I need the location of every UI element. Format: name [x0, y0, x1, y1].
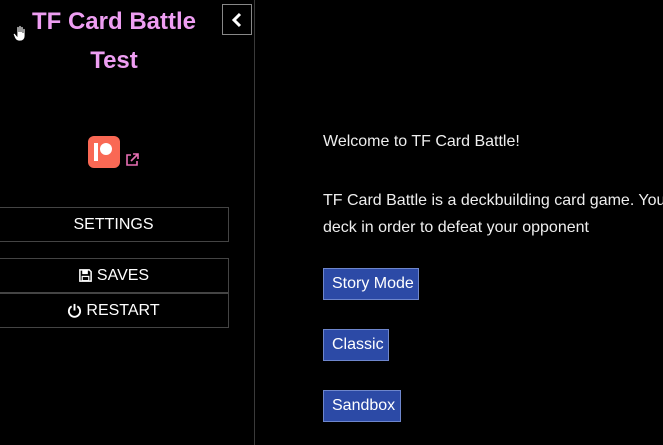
restart-button[interactable]: RESTART [0, 293, 229, 328]
saves-label: SAVES [96, 266, 150, 284]
page: TF Card Battle Test SETTINGS SAVES RESTA… [0, 0, 663, 445]
sandbox-button[interactable]: Sandbox [323, 390, 401, 422]
settings-label: SETTINGS [73, 215, 154, 233]
classic-button[interactable]: Classic [323, 329, 389, 361]
settings-button[interactable]: SETTINGS [0, 207, 229, 242]
sidebar-collapse-button[interactable] [222, 4, 252, 35]
restart-label: RESTART [86, 301, 160, 319]
story-title-line2: Test [90, 47, 138, 74]
welcome-text: Welcome to TF Card Battle! [323, 133, 520, 150]
saves-button[interactable]: SAVES [0, 258, 229, 293]
floppy-disk-icon [79, 269, 92, 282]
hand-cursor-icon [12, 25, 26, 42]
intro-line2: deck in order to defeat your opponent [323, 219, 589, 236]
story-mode-button[interactable]: Story Mode [323, 268, 419, 300]
external-link-icon [126, 153, 139, 166]
intro-text: TF Card Battle is a deckbuilding card ga… [323, 187, 663, 241]
patreon-icon [88, 136, 120, 168]
chevron-left-icon [231, 12, 242, 27]
patreon-link[interactable] [88, 136, 144, 170]
power-icon [68, 303, 82, 318]
story-title: TF Card Battle Test [0, 2, 228, 80]
intro-line1: TF Card Battle is a deckbuilding card ga… [323, 192, 663, 209]
sidebar: TF Card Battle Test SETTINGS SAVES RESTA… [0, 0, 255, 445]
story-title-line1: TF Card Battle [31, 8, 196, 35]
